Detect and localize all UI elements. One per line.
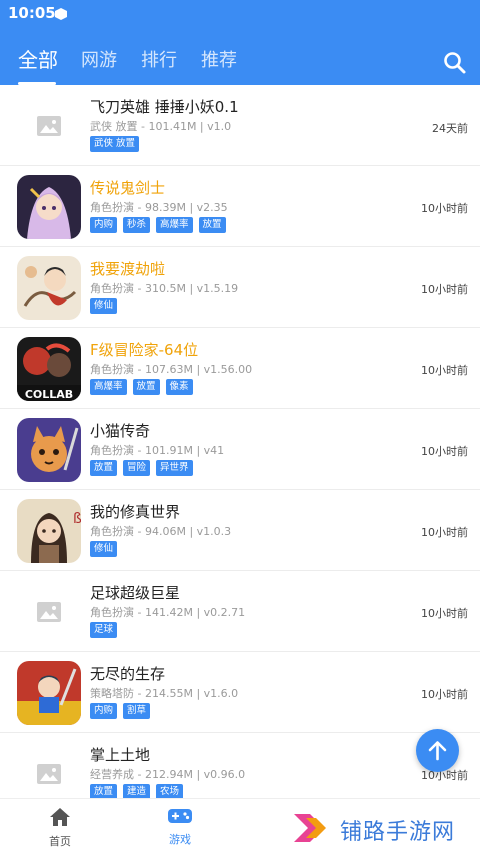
tab-all[interactable]: 全部 (18, 44, 58, 73)
game-name: 传说鬼剑士 (90, 179, 166, 197)
game-tag: 像素 (165, 379, 193, 395)
status-bar: 10:05 (0, 0, 480, 28)
game-name: 我的修真世界 (90, 503, 181, 521)
scroll-to-top-button[interactable] (416, 729, 459, 772)
updated-time: 10小时前 (421, 364, 468, 377)
category-tabs: 全部 网游 排行 推荐 (0, 44, 480, 85)
game-meta: 角色扮演 - 98.39M | v2.35 (90, 201, 228, 214)
game-tag: 秒杀 (123, 217, 151, 233)
game-name: F级冒险家-64位 (90, 341, 199, 359)
search-icon[interactable] (442, 50, 468, 76)
game-tag: 放置 (90, 460, 118, 476)
game-row[interactable]: 掌上土地 经营养成 - 212.94M | v0.96.0 放置 建造 农场 1… (0, 733, 480, 798)
status-time: 10:05 (8, 4, 56, 22)
updated-time: 24天前 (432, 122, 468, 135)
gamepad-icon (168, 809, 192, 823)
nav-home-label: 首页 (49, 835, 71, 848)
game-tags: 武侠 放置 (90, 136, 140, 152)
game-tag: 足球 (90, 622, 118, 638)
game-meta: 策略塔防 - 214.55M | v1.6.0 (90, 687, 239, 700)
swordswoman-game-icon (17, 175, 81, 239)
game-tags: 内购 割草 (90, 703, 151, 719)
game-name: 我要渡劫啦 (90, 260, 166, 278)
game-meta: 角色扮演 - 101.91M | v41 (90, 444, 225, 457)
immortal-game-icon (17, 256, 81, 320)
placeholder-image-icon (17, 580, 81, 644)
game-tag: 内购 (90, 703, 118, 719)
game-row[interactable]: 无尽的生存 策略塔防 - 214.55M | v1.6.0 内购 割草 10小时… (0, 652, 480, 733)
updated-time: 10小时前 (421, 688, 468, 701)
cat-knight-game-icon (17, 418, 81, 482)
updated-time: 10小时前 (421, 283, 468, 296)
game-tag: 修仙 (90, 298, 118, 314)
updated-time: 10小时前 (421, 526, 468, 539)
game-tags: 高爆率 放置 像素 (90, 379, 193, 395)
game-tags: 放置 建造 农场 (90, 784, 184, 798)
game-meta: 角色扮演 - 107.63M | v1.56.00 (90, 363, 253, 376)
game-name: 掌上土地 (90, 746, 151, 764)
game-meta: 角色扮演 - 141.42M | v0.2.71 (90, 606, 246, 619)
game-tag: 放置 (90, 784, 118, 798)
game-tag: 冒险 (123, 460, 151, 476)
game-name: 飞刀英雄 捶捶小妖0.1 (90, 98, 239, 116)
watermark-text: 铺路手游网 (340, 820, 456, 845)
home-icon (50, 808, 70, 826)
game-tags: 修仙 (90, 298, 118, 314)
game-tag: 内购 (90, 217, 118, 233)
game-tag: 放置 (198, 217, 226, 233)
game-meta: 武侠 放置 - 101.41M | v1.0 (90, 120, 232, 133)
game-meta: 角色扮演 - 94.06M | v1.0.3 (90, 525, 232, 538)
nav-home[interactable]: 首页 (30, 807, 90, 849)
game-tag: 割草 (123, 703, 151, 719)
nav-games-label: 游戏 (169, 833, 191, 846)
game-tag: 异世界 (156, 460, 193, 476)
cultivator-game-icon: ß (17, 499, 81, 563)
game-tag: 农场 (156, 784, 184, 798)
nav-games[interactable]: 游戏 (150, 807, 210, 847)
collab-caption: COLLAB (25, 388, 73, 401)
placeholder-image-icon (17, 742, 81, 798)
placeholder-image-icon (17, 94, 81, 158)
game-tag: 建造 (123, 784, 151, 798)
tab-online[interactable]: 网游 (81, 46, 117, 72)
updated-time: 10小时前 (421, 445, 468, 458)
game-name: 小猫传奇 (90, 422, 151, 440)
watermark-logo-icon (294, 814, 326, 842)
game-tags: 内购 秒杀 高爆率 放置 (90, 217, 226, 233)
game-tag: 放置 (132, 379, 160, 395)
game-tags: 修仙 (90, 541, 118, 557)
collab-game-icon: COLLAB (17, 337, 81, 401)
updated-time: 10小时前 (421, 607, 468, 620)
game-tag: 高爆率 (156, 217, 193, 233)
survivor-game-icon (17, 661, 81, 725)
game-tag: 修仙 (90, 541, 118, 557)
tab-recommended[interactable]: 推荐 (201, 46, 237, 72)
game-row[interactable]: 飞刀英雄 捶捶小妖0.1 武侠 放置 - 101.41M | v1.0 武侠 放… (0, 85, 480, 166)
game-meta: 经营养成 - 212.94M | v0.96.0 (90, 768, 246, 781)
game-row[interactable]: 传说鬼剑士 角色扮演 - 98.39M | v2.35 内购 秒杀 高爆率 放置… (0, 166, 480, 247)
app-header: 10:05 全部 网游 排行 推荐 (0, 0, 480, 85)
tab-ranking[interactable]: 排行 (141, 46, 177, 72)
game-row[interactable]: ß 我的修真世界 角色扮演 - 94.06M | v1.0.3 修仙 10小时前 (0, 490, 480, 571)
game-name: 足球超级巨星 (90, 584, 181, 602)
game-row[interactable]: 足球超级巨星 角色扮演 - 141.42M | v0.2.71 足球 10小时前 (0, 571, 480, 652)
game-row[interactable]: COLLAB F级冒险家-64位 角色扮演 - 107.63M | v1.56.… (0, 328, 480, 409)
game-tags: 足球 (90, 622, 118, 638)
game-tag: 武侠 放置 (90, 136, 140, 152)
game-tags: 放置 冒险 异世界 (90, 460, 193, 476)
game-tag: 高爆率 (90, 379, 127, 395)
arrow-up-icon (428, 741, 447, 761)
game-row[interactable]: 小猫传奇 角色扮演 - 101.91M | v41 放置 冒险 异世界 10小时… (0, 409, 480, 490)
game-meta: 角色扮演 - 310.5M | v1.5.19 (90, 282, 239, 295)
site-watermark: 铺路手游网 (292, 808, 472, 848)
updated-time: 10小时前 (421, 202, 468, 215)
game-list: 飞刀英雄 捶捶小妖0.1 武侠 放置 - 101.41M | v1.0 武侠 放… (0, 85, 480, 798)
notification-icon (55, 8, 67, 20)
game-name: 无尽的生存 (90, 665, 166, 683)
decorative-glyph: ß (73, 511, 81, 527)
game-row[interactable]: 我要渡劫啦 角色扮演 - 310.5M | v1.5.19 修仙 10小时前 (0, 247, 480, 328)
